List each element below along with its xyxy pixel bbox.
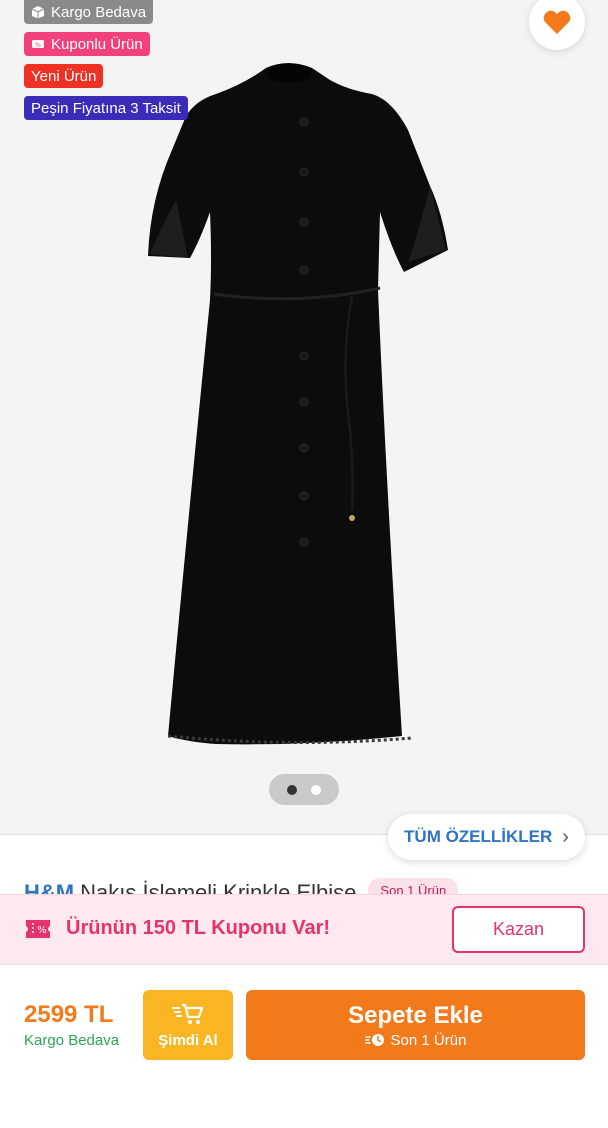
shipping-info: Kargo Bedava: [24, 1032, 120, 1049]
box-icon: [31, 6, 45, 19]
new-product-badge: Yeni Ürün: [24, 64, 104, 88]
product-image-gallery[interactable]: Kargo Bedava % Kuponlu Ürün Yeni Ürün Pe…: [0, 0, 608, 834]
coupon-product-label: Kuponlu Ürün: [51, 35, 143, 53]
coupon-text: Ürünün 150 TL Kuponu Var!: [66, 917, 331, 939]
fast-cart-icon: [172, 1003, 204, 1024]
add-to-cart-label: Sepete Ekle: [348, 1001, 483, 1029]
gallery-pagination[interactable]: [269, 774, 339, 805]
gallery-dot-1[interactable]: [287, 784, 297, 795]
claim-coupon-button[interactable]: Kazan: [452, 906, 585, 953]
chevron-right-icon: ›: [562, 825, 569, 848]
all-features-button[interactable]: TÜM ÖZELLİKLER ›: [388, 814, 585, 860]
free-shipping-label: Kargo Bedava: [51, 3, 147, 21]
fast-clock-icon: [364, 1034, 384, 1046]
buy-now-button[interactable]: Şimdi Al: [143, 990, 233, 1060]
installments-label: Peşin Fiyatına 3 Taksit: [31, 99, 181, 117]
buy-now-label: Şimdi Al: [158, 1031, 218, 1049]
product-price: 2599 TL: [24, 1001, 114, 1028]
svg-text:%: %: [37, 925, 47, 936]
new-product-label: Yeni Ürün: [31, 67, 97, 85]
heart-icon: [543, 10, 571, 34]
coupon-banner: % Ürünün 150 TL Kuponu Var! Kazan: [0, 894, 608, 964]
svg-text:%: %: [35, 42, 41, 49]
product-badges: Kargo Bedava % Kuponlu Ürün Yeni Ürün Pe…: [24, 0, 188, 120]
coupon-tag-icon: %: [32, 40, 44, 49]
add-to-cart-button[interactable]: Sepete Ekle Son 1 Ürün: [246, 990, 585, 1060]
stock-indicator: Son 1 Ürün: [364, 1031, 467, 1049]
purchase-bar: 2599 TL Kargo Bedava Şimdi Al Sepete Ekl…: [0, 964, 608, 1128]
product-image: [148, 63, 448, 745]
free-shipping-badge: Kargo Bedava: [24, 0, 154, 24]
all-features-label: TÜM ÖZELLİKLER: [404, 827, 553, 846]
product-detail-page: Kargo Bedava % Kuponlu Ürün Yeni Ürün Pe…: [0, 0, 608, 1128]
gallery-dot-2[interactable]: [311, 784, 321, 795]
installments-badge: Peşin Fiyatına 3 Taksit: [24, 96, 188, 120]
coupon-product-badge: % Kuponlu Ürün: [24, 32, 150, 56]
stock-label: Son 1 Ürün: [390, 1031, 467, 1049]
coupon-icon: %: [26, 920, 50, 938]
